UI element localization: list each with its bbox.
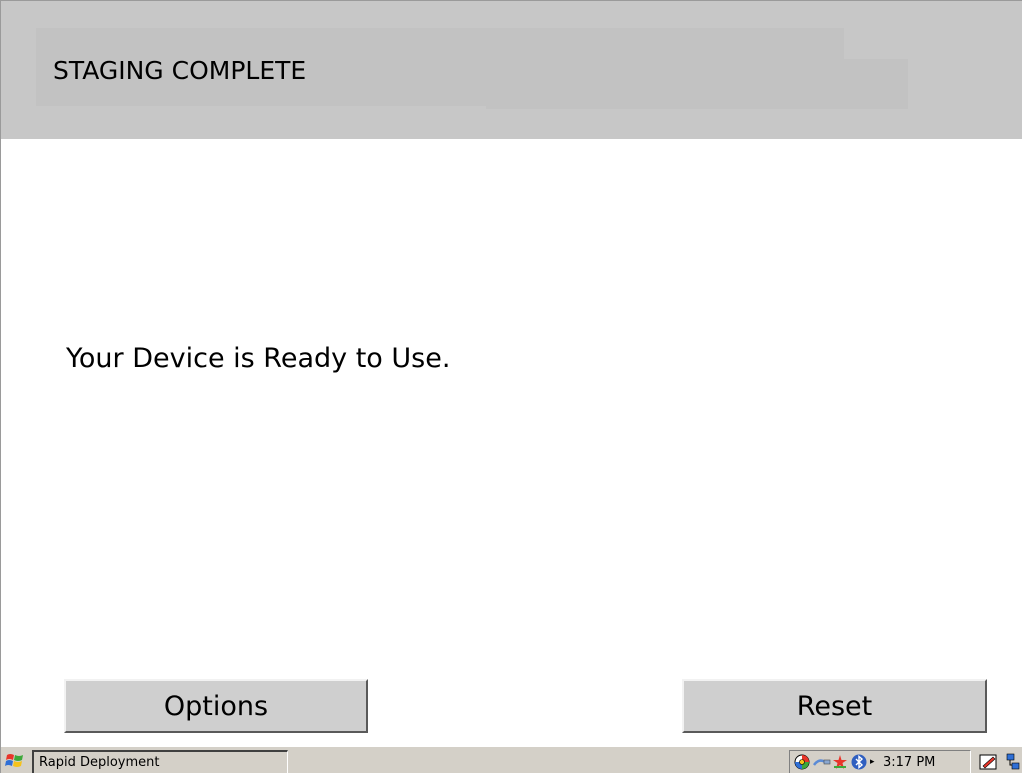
header-band: STAGING COMPLETE bbox=[1, 1, 1022, 139]
status-message: Your Device is Ready to Use. bbox=[66, 343, 451, 374]
network-cable-icon[interactable] bbox=[812, 754, 831, 770]
desktop-button[interactable] bbox=[1004, 750, 1022, 773]
edit-pen-icon bbox=[979, 754, 997, 770]
network-connection-icon bbox=[1006, 753, 1020, 770]
page-title: STAGING COMPLETE bbox=[53, 56, 307, 85]
bluetooth-icon[interactable] bbox=[851, 754, 867, 770]
red-star-icon[interactable] bbox=[832, 754, 848, 770]
options-button[interactable]: Options bbox=[64, 679, 368, 733]
start-button[interactable] bbox=[2, 750, 28, 772]
clock[interactable]: 3:17 PM bbox=[883, 755, 935, 770]
header-panel-shadow bbox=[486, 59, 908, 109]
system-tray: ▸ 3:17 PM bbox=[789, 750, 971, 773]
tray-expand-arrow[interactable]: ▸ bbox=[870, 757, 876, 767]
task-button-rapid-deployment[interactable]: Rapid Deployment bbox=[32, 750, 288, 773]
app-window: STAGING COMPLETE Your Device is Ready to… bbox=[0, 0, 1022, 773]
windows-flag-icon bbox=[5, 754, 23, 767]
reset-button[interactable]: Reset bbox=[682, 679, 987, 733]
taskbar: Rapid Deployment ▸ 3:17 PM bbox=[1, 746, 1022, 773]
input-panel-button[interactable] bbox=[976, 750, 1002, 773]
colorful-circle-icon[interactable] bbox=[794, 754, 810, 770]
task-button-label: Rapid Deployment bbox=[39, 755, 160, 770]
